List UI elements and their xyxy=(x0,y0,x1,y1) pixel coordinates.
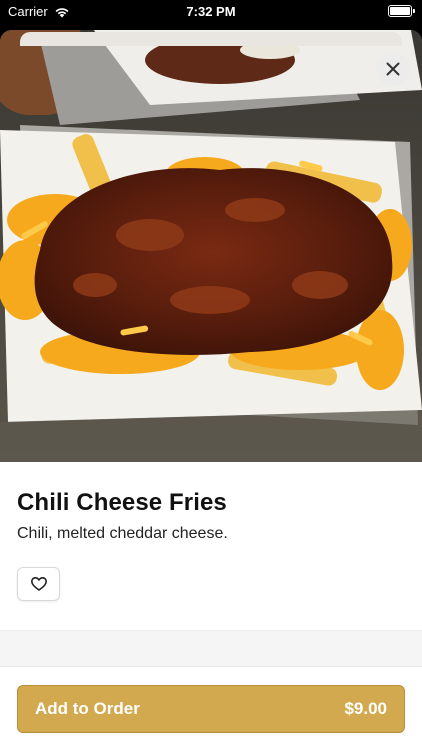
item-description: Chili, melted cheddar cheese. xyxy=(17,525,228,542)
section-divider xyxy=(0,630,422,666)
item-photo xyxy=(0,30,422,462)
item-detail-sheet: Chili Cheese Fries Chili, melted cheddar… xyxy=(0,30,422,750)
item-price: $9.00 xyxy=(344,699,387,718)
item-title: Chili Cheese Fries xyxy=(17,489,227,516)
heart-icon xyxy=(30,577,47,591)
status-bar: Carrier 7:32 PM xyxy=(0,0,422,24)
favorite-button[interactable] xyxy=(17,567,60,601)
order-footer: Add to Order $9.00 xyxy=(0,666,422,750)
close-button[interactable] xyxy=(376,52,410,86)
status-time: 7:32 PM xyxy=(186,4,236,19)
battery-icon xyxy=(388,5,415,17)
close-icon xyxy=(386,62,400,76)
add-to-order-button[interactable]: Add to Order $9.00 xyxy=(17,685,405,733)
previous-sheet-edge xyxy=(20,32,402,46)
add-to-order-label: Add to Order xyxy=(35,699,140,718)
item-details: Chili Cheese Fries Chili, melted cheddar… xyxy=(0,462,422,601)
